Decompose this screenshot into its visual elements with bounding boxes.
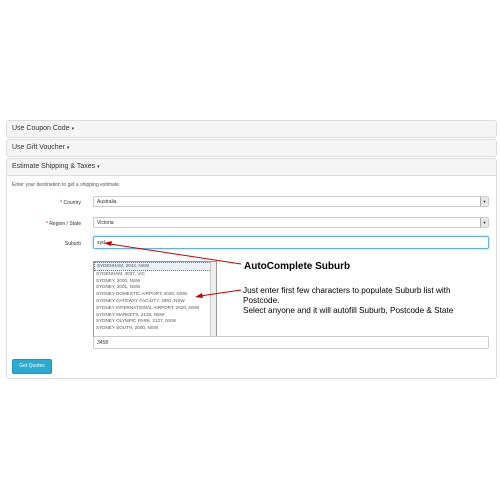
annotation-title: AutoComplete Suburb [244, 261, 351, 272]
annotation-line-2: Select anyone and it will autofill Subur… [243, 305, 454, 315]
list-arrow-line [199, 289, 242, 297]
annotation-line-1: Just enter first few characters to popul… [243, 286, 451, 305]
suburb-arrow-head [104, 241, 112, 246]
annotation-text: Just enter first few characters to popul… [243, 286, 473, 315]
list-arrow-head [195, 293, 203, 298]
suburb-arrow-line [109, 243, 242, 265]
annotation-arrows [104, 241, 242, 298]
